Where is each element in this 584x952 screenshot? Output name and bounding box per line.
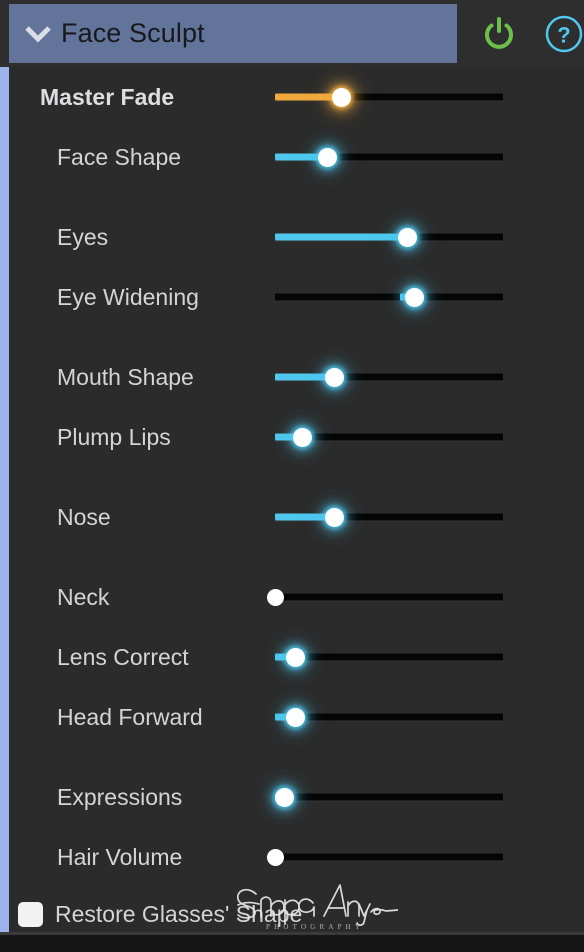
slider-handle[interactable] xyxy=(324,367,344,387)
slider-label-zone: Head Forward xyxy=(9,697,267,737)
slider-label: Hair Volume xyxy=(57,843,183,870)
slider[interactable] xyxy=(267,417,503,457)
slider-label: Eyes xyxy=(57,223,109,250)
slider-track[interactable] xyxy=(275,293,503,301)
slider-label: Plump Lips xyxy=(57,423,171,450)
slider-row: Face Shape xyxy=(9,137,584,177)
slider-label: Neck xyxy=(57,583,110,610)
slider[interactable] xyxy=(267,357,503,397)
slider-label: Expressions xyxy=(57,783,183,810)
chevron-right-icon[interactable] xyxy=(23,508,41,526)
slider-handle[interactable] xyxy=(286,707,306,727)
slider-fill xyxy=(275,233,408,241)
slider-row: Eye Widening xyxy=(9,277,584,317)
slider-label-zone: Hair Volume xyxy=(9,837,267,877)
slider-label-zone: Eyes xyxy=(9,217,267,257)
slider-track[interactable] xyxy=(275,593,503,601)
slider-handle[interactable] xyxy=(266,588,284,606)
slider-handle[interactable] xyxy=(317,147,337,167)
slider[interactable] xyxy=(266,837,503,877)
slider[interactable] xyxy=(267,77,503,117)
slider[interactable] xyxy=(267,697,503,737)
slider-label: Nose xyxy=(57,503,111,530)
power-icon[interactable] xyxy=(479,11,519,57)
svg-text:?: ? xyxy=(557,22,570,47)
chevron-right-icon[interactable] xyxy=(23,788,41,806)
slider-row: Master Fade xyxy=(9,77,584,117)
slider-row: Mouth Shape xyxy=(9,357,584,397)
slider-row: Hair Volume xyxy=(9,837,584,877)
slider-track[interactable] xyxy=(275,653,503,661)
chevron-right-icon[interactable] xyxy=(23,428,41,446)
slider-label-zone: Mouth Shape xyxy=(9,357,267,397)
restore-glasses-shape-row[interactable]: Restore Glasses' Shape xyxy=(9,893,584,935)
slider-label-zone: Neck xyxy=(9,577,267,617)
slider-label: Lens Correct xyxy=(57,643,189,670)
face-sculpt-panel: Face Sculpt ? Master Fade Face Shape Eyes E… xyxy=(0,0,584,952)
restore-glasses-shape-label: Restore Glasses' Shape xyxy=(55,900,303,927)
panel-header: Face Sculpt ? xyxy=(0,0,584,67)
slider-handle[interactable] xyxy=(324,507,344,527)
slider[interactable] xyxy=(267,777,503,817)
chevron-right-icon[interactable] xyxy=(23,148,41,166)
slider-label: Head Forward xyxy=(57,703,203,730)
slider-label-zone: Nose xyxy=(9,497,267,537)
restore-glasses-shape-checkbox[interactable] xyxy=(18,901,43,927)
slider-handle[interactable] xyxy=(331,87,351,107)
slider-label-zone: Lens Correct xyxy=(9,637,267,677)
slider-row: Eyes xyxy=(9,217,584,257)
slider-row: Expressions xyxy=(9,777,584,817)
slider[interactable] xyxy=(267,137,503,177)
page-title: Face Sculpt xyxy=(61,18,205,48)
panel-header-bar[interactable]: Face Sculpt xyxy=(9,4,457,63)
slider-handle[interactable] xyxy=(274,787,294,807)
slider-row: Lens Correct xyxy=(9,637,584,677)
slider-label: Master Fade xyxy=(40,83,175,110)
slider-label-zone: Master Fade xyxy=(9,77,267,117)
slider-label: Mouth Shape xyxy=(57,363,194,390)
slider-row: Neck xyxy=(9,577,584,617)
slider-list: Master Fade Face Shape Eyes Eye Widening Mou… xyxy=(9,67,584,935)
slider-label-zone: Plump Lips xyxy=(9,417,267,457)
chevron-right-icon[interactable] xyxy=(23,288,41,306)
slider-row: Head Forward xyxy=(9,697,584,737)
slider[interactable] xyxy=(266,577,503,617)
slider-label-zone: Expressions xyxy=(9,777,267,817)
slider[interactable] xyxy=(267,497,503,537)
slider-track[interactable] xyxy=(275,853,503,861)
left-accent-strip xyxy=(0,0,9,935)
chevron-down-icon[interactable] xyxy=(21,25,55,43)
slider-handle[interactable] xyxy=(404,287,424,307)
slider[interactable] xyxy=(267,277,503,317)
slider-track[interactable] xyxy=(275,793,503,801)
slider-track[interactable] xyxy=(275,713,503,721)
slider-row: Nose xyxy=(9,497,584,537)
slider-row: Plump Lips xyxy=(9,417,584,457)
bottom-bar xyxy=(0,935,584,952)
slider-handle[interactable] xyxy=(266,848,284,866)
help-icon[interactable]: ? xyxy=(543,11,584,57)
slider-label: Eye Widening xyxy=(57,283,199,310)
chevron-right-icon[interactable] xyxy=(23,228,41,246)
slider-handle[interactable] xyxy=(397,227,417,247)
slider-label-zone: Face Shape xyxy=(9,137,267,177)
header-icon-group: ? xyxy=(457,0,584,67)
slider[interactable] xyxy=(267,637,503,677)
slider-label: Face Shape xyxy=(57,143,182,170)
slider-label-zone: Eye Widening xyxy=(9,277,267,317)
slider-handle[interactable] xyxy=(292,427,312,447)
slider[interactable] xyxy=(267,217,503,257)
chevron-right-icon[interactable] xyxy=(23,368,41,386)
slider-handle[interactable] xyxy=(286,647,306,667)
